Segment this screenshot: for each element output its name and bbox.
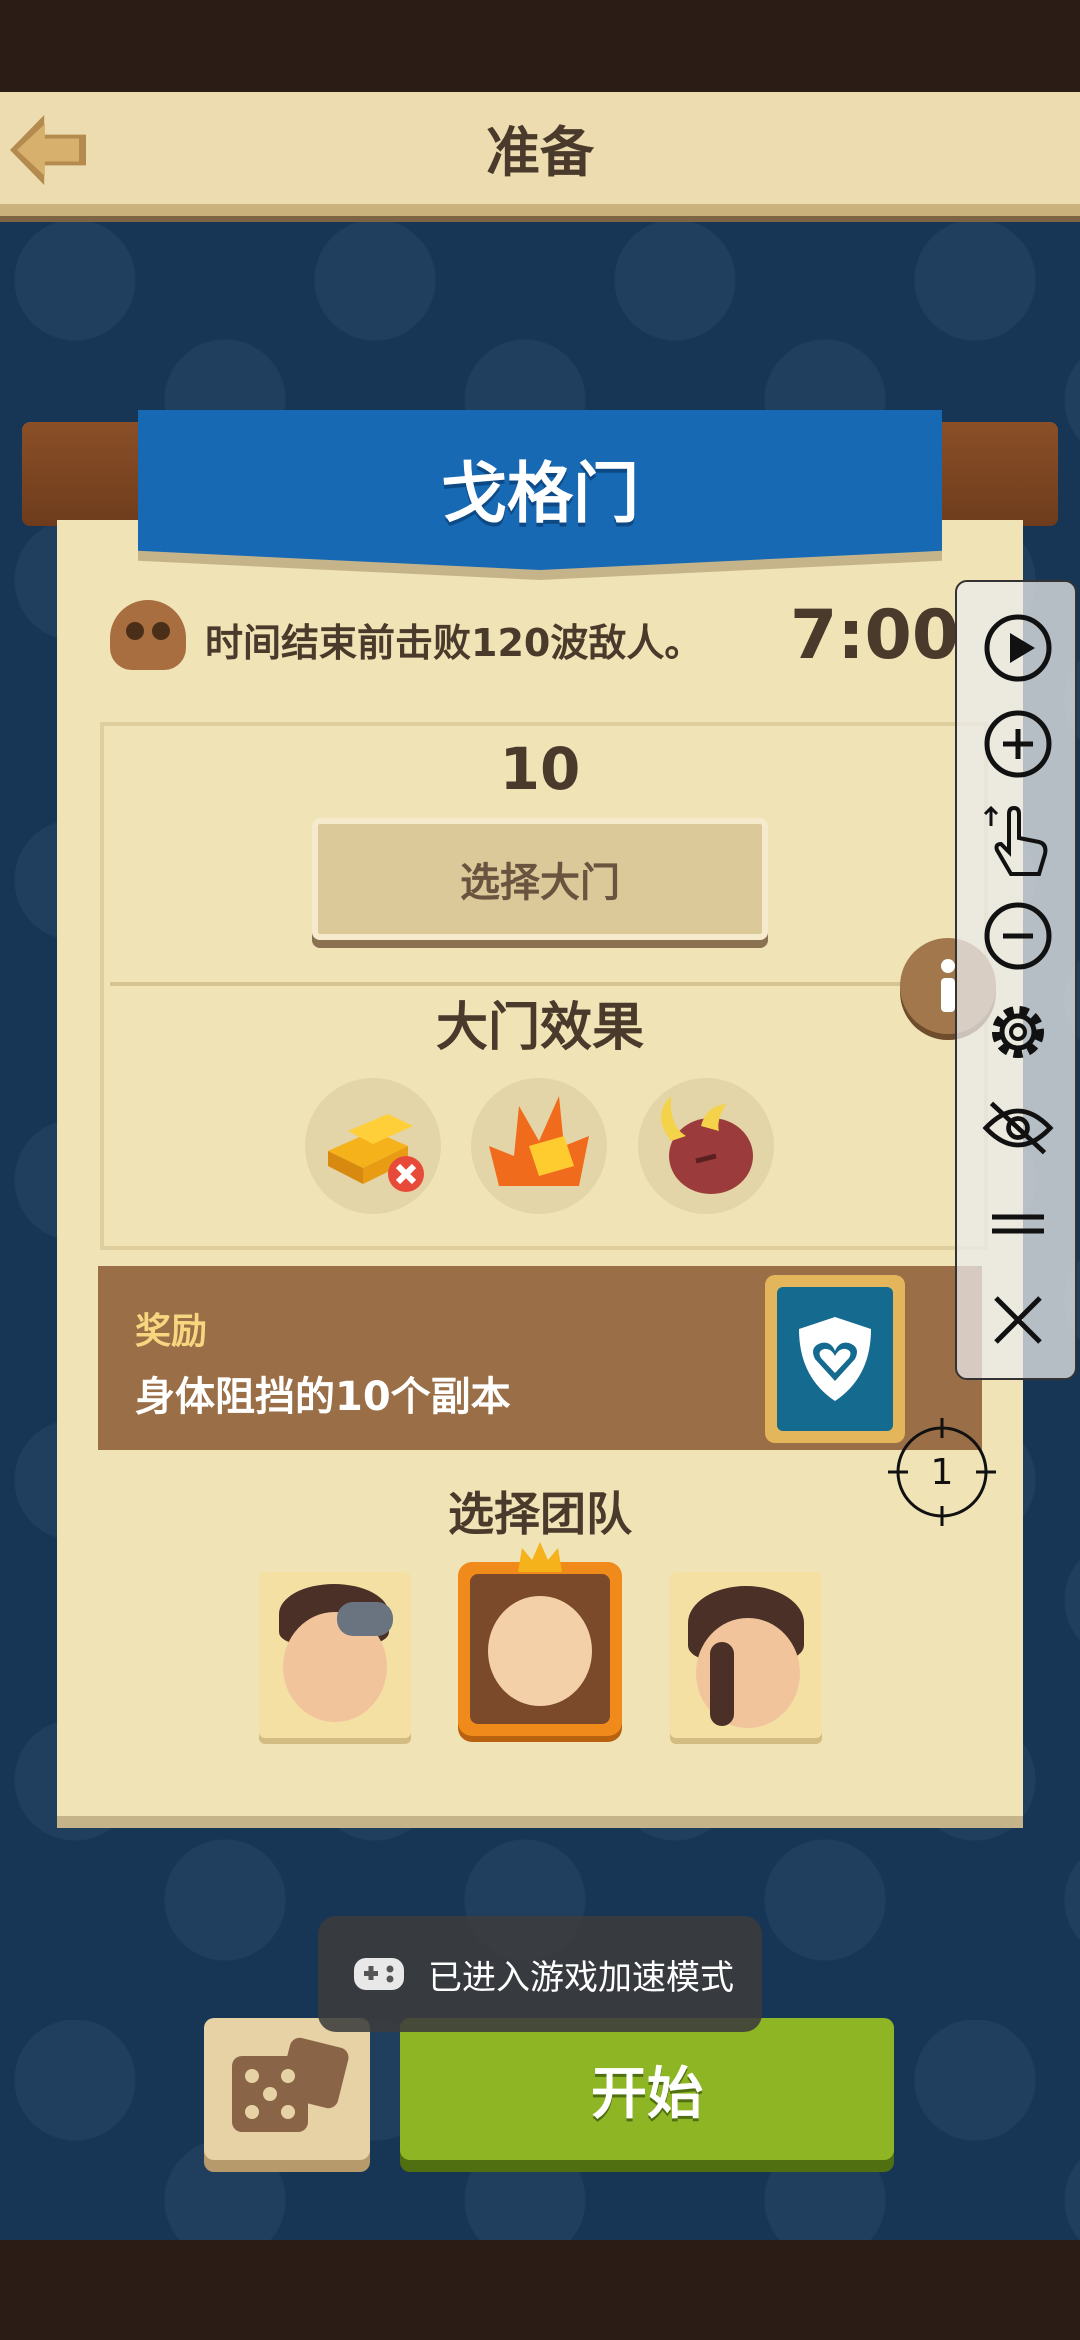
hero-ponytail-portrait[interactable] — [670, 1572, 822, 1738]
reward-label: 奖励 — [135, 1311, 208, 1352]
select-gate-button[interactable]: 选择大门 — [312, 818, 768, 940]
crosshair-icon[interactable]: 1 — [888, 1418, 996, 1526]
level-title: 戈格门 — [441, 455, 639, 532]
top-frame — [0, 0, 1080, 90]
zoom-in-icon[interactable] — [982, 708, 1054, 780]
zoom-out-icon[interactable] — [982, 900, 1054, 972]
shield-heart-icon — [777, 1287, 893, 1431]
demon-horn-icon[interactable] — [638, 1078, 774, 1214]
floating-tool-panel — [955, 580, 1077, 1380]
gate-count: 10 — [499, 735, 581, 803]
skull-eye — [152, 622, 170, 640]
skull-eye — [126, 622, 144, 640]
dice-icon — [232, 2037, 349, 2132]
toast: 已进入游戏加速模式 — [318, 1916, 762, 2032]
play-icon[interactable] — [982, 612, 1054, 684]
crown-icon — [518, 1542, 562, 1572]
fire-gold-icon[interactable] — [471, 1078, 607, 1214]
ponytail — [710, 1642, 734, 1726]
page-title: 准备 — [486, 121, 594, 184]
start-button[interactable]: 开始 — [400, 2018, 894, 2160]
bottom-frame — [0, 2240, 1080, 2340]
dice-button[interactable] — [204, 2018, 370, 2160]
tap-hand-icon[interactable] — [982, 804, 1054, 876]
skull-icon — [110, 600, 186, 670]
close-icon[interactable] — [982, 1284, 1054, 1356]
hero-monk-portrait[interactable] — [458, 1542, 622, 1736]
reward-text: 身体阻挡的10个副本 — [135, 1374, 511, 1420]
hero-face — [488, 1596, 592, 1706]
objective-text: 时间结束前击败120波敌人。 — [205, 621, 703, 665]
toast-text: 已进入游戏加速模式 — [428, 1957, 734, 1998]
menu-icon[interactable] — [982, 1188, 1054, 1260]
hero-goggles-portrait[interactable] — [259, 1572, 411, 1738]
crosshair-label: 1 — [931, 1452, 954, 1493]
hide-icon[interactable] — [982, 1092, 1054, 1164]
goggles-icon — [337, 1602, 393, 1636]
gold-bars-no-icon[interactable] — [305, 1078, 441, 1214]
timer: 7:00 — [790, 596, 960, 675]
gamepad-icon — [354, 1958, 404, 1990]
settings-icon[interactable] — [982, 996, 1054, 1068]
